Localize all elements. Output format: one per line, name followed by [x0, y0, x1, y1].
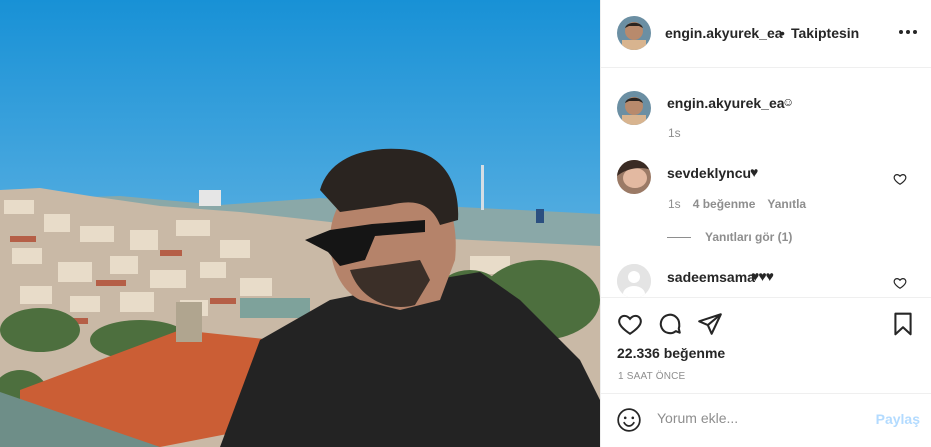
comment-likes[interactable]: 4 beğenme: [693, 197, 756, 211]
share-icon[interactable]: [697, 311, 723, 337]
comment-input[interactable]: [657, 410, 857, 426]
emoji-icon[interactable]: [616, 407, 642, 433]
comment-meta: 1s 4 beğenme Yanıtla: [668, 197, 806, 211]
like-count[interactable]: 22.336 beğenme: [617, 345, 725, 361]
post-header: engin.akyurek_ea • Takiptesin: [601, 0, 931, 68]
comment-icon[interactable]: [657, 311, 683, 337]
like-icon[interactable]: [617, 311, 643, 337]
more-options-icon[interactable]: [898, 22, 918, 42]
post-photo[interactable]: [0, 0, 600, 447]
caption-time[interactable]: 1s: [668, 126, 681, 140]
following-button[interactable]: Takiptesin: [791, 25, 859, 41]
comment-username[interactable]: sevdeklyncu: [667, 165, 751, 181]
comment-avatar[interactable]: [617, 160, 651, 194]
post-time-ago[interactable]: 1 SAAT ÖNCE: [618, 371, 685, 382]
save-bookmark-icon[interactable]: [890, 311, 916, 337]
author-avatar[interactable]: [617, 16, 651, 50]
comment-like-icon[interactable]: [893, 172, 907, 186]
comment-like-icon[interactable]: [893, 276, 907, 290]
comment-username[interactable]: sadeemsama: [667, 269, 755, 285]
separator-dot: •: [780, 25, 785, 41]
post-actions-section: 22.336 beğenme 1 SAAT ÖNCE Paylaş: [601, 297, 931, 447]
reply-button[interactable]: Yanıtla: [767, 197, 806, 211]
view-replies-button[interactable]: Yanıtları gör (1): [667, 230, 792, 244]
caption-username[interactable]: engin.akyurek_ea: [667, 95, 785, 111]
add-comment-bar: Paylaş: [601, 393, 931, 447]
replies-divider: [667, 236, 691, 238]
post-side-panel: engin.akyurek_ea • Takiptesin engin.akyu…: [600, 0, 931, 447]
author-username[interactable]: engin.akyurek_ea: [665, 25, 783, 41]
comment-text: ♥: [750, 164, 759, 180]
comment-time[interactable]: 1s: [668, 197, 681, 211]
view-replies-label: Yanıtları gör (1): [705, 230, 793, 244]
comment-avatar-placeholder[interactable]: [617, 264, 651, 298]
photo-image: [0, 0, 600, 447]
caption-text: ☺: [782, 95, 795, 109]
caption-avatar[interactable]: [617, 91, 651, 125]
comment-text: ♥♥♥: [751, 268, 774, 284]
post-comment-button[interactable]: Paylaş: [876, 411, 920, 427]
